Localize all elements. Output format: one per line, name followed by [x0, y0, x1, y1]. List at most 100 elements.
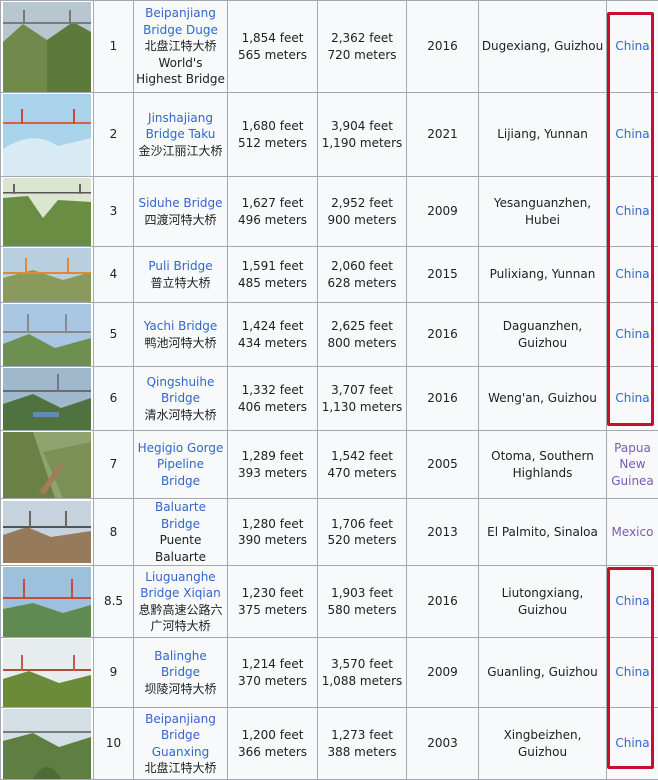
name-cell: Beipanjiang Bridge Duge北盘江特大桥World's Hig… [134, 1, 228, 93]
height-cell: 1,230 feet375 meters [228, 566, 318, 638]
bridge-photo[interactable] [3, 248, 91, 302]
country-link[interactable]: China [615, 391, 649, 405]
bridge-local-name: 鸭池河特大桥 [136, 335, 225, 352]
country-cell: China [607, 1, 658, 93]
span-cell: 2,060 feet628 meters [318, 247, 407, 303]
height-feet: 1,854 feet [230, 30, 315, 47]
height-feet: 1,680 feet [230, 118, 315, 135]
bridge-photo[interactable] [3, 94, 91, 176]
bridge-name-link[interactable]: Yachi Bridge [144, 319, 218, 333]
span-cell: 3,570 feet1,088 meters [318, 638, 407, 708]
location-cell: El Palmito, Sinaloa [479, 499, 607, 566]
country-link[interactable]: China [615, 39, 649, 53]
height-cell: 1,200 feet366 meters [228, 708, 318, 780]
height-meters: 366 meters [230, 744, 315, 761]
span-meters: 388 meters [320, 744, 404, 761]
country-link[interactable]: China [615, 127, 649, 141]
height-meters: 565 meters [230, 47, 315, 64]
rank-cell: 9 [94, 638, 134, 708]
bridge-local-name: 息黔高速公路六广河特大桥 [136, 602, 225, 635]
country-link[interactable]: Mexico [612, 525, 654, 539]
height-feet: 1,280 feet [230, 516, 315, 533]
name-cell: Balinghe Bridge坝陵河特大桥 [134, 638, 228, 708]
year-cell: 2013 [407, 499, 479, 566]
bridge-local-name: 清水河特大桥 [136, 407, 225, 424]
table-row: 5Yachi Bridge鸭池河特大桥1,424 feet434 meters2… [1, 303, 658, 367]
height-cell: 1,680 feet512 meters [228, 93, 318, 177]
name-cell: Liuguanghe Bridge Xiqian息黔高速公路六广河特大桥 [134, 566, 228, 638]
table-row: 3 Siduhe Bridge 四渡河特大桥 1,627 feet496 meters… [1, 177, 658, 247]
bridge-photo[interactable] [3, 432, 91, 498]
country-cell: China [607, 708, 658, 780]
rank-cell: 2 [94, 93, 134, 177]
country-link[interactable]: China [615, 736, 649, 750]
span-feet: 2,952 feet [320, 195, 404, 212]
bridge-photo[interactable] [3, 178, 91, 246]
height-cell: 1,214 feet370 meters [228, 638, 318, 708]
bridge-name-link[interactable]: Baluarte Bridge [155, 500, 206, 531]
country-link[interactable]: Papua New Guinea [611, 441, 654, 488]
country-link[interactable]: China [615, 594, 649, 608]
name-cell: Beipanjiang Bridge Guanxing北盘江特大桥 [134, 708, 228, 780]
bridge-photo-cell [1, 708, 94, 780]
height-cell: 1,289 feet393 meters [228, 431, 318, 499]
height-meters: 512 meters [230, 135, 315, 152]
table-row: 2Jinshajiang Bridge Taku金沙江丽江大桥1,680 fee… [1, 93, 658, 177]
bridge-local-name: 四渡河特大桥 [136, 212, 225, 229]
location-cell: Guanling, Guizhou [479, 638, 607, 708]
bridge-name-link[interactable]: Qingshuihe Bridge [147, 375, 215, 406]
name-cell: Yachi Bridge 鸭池河特大桥 [134, 303, 228, 367]
height-meters: 434 meters [230, 335, 315, 352]
bridge-photo[interactable] [3, 304, 91, 366]
bridge-name-link[interactable]: Puli Bridge [148, 259, 212, 273]
country-link[interactable]: China [615, 665, 649, 679]
name-cell: Qingshuihe Bridge清水河特大桥 [134, 367, 228, 431]
bridge-name-link[interactable]: Balinghe Bridge [154, 649, 206, 680]
bridge-local-name: 金沙江丽江大桥 [136, 143, 225, 160]
year-cell: 2005 [407, 431, 479, 499]
bridge-name-link[interactable]: Jinshajiang Bridge Taku [146, 111, 216, 142]
height-meters: 496 meters [230, 212, 315, 229]
year-cell: 2016 [407, 367, 479, 431]
rank-cell: 3 [94, 177, 134, 247]
height-cell: 1,332 feet406 meters [228, 367, 318, 431]
bridge-photo[interactable] [3, 709, 91, 779]
bridge-local-name: 北盘江特大桥 [136, 38, 225, 55]
height-meters: 406 meters [230, 399, 315, 416]
height-feet: 1,627 feet [230, 195, 315, 212]
name-cell: Hegigio Gorge Pipeline Bridge [134, 431, 228, 499]
bridge-photo[interactable] [3, 567, 91, 637]
country-link[interactable]: China [615, 267, 649, 281]
span-meters: 520 meters [320, 532, 404, 549]
bridge-name-link[interactable]: Beipanjiang Bridge Duge [143, 6, 218, 37]
table-row: 8.5Liuguanghe Bridge Xiqian息黔高速公路六广河特大桥1… [1, 566, 658, 638]
span-feet: 1,706 feet [320, 516, 404, 533]
span-meters: 1,130 meters [320, 399, 404, 416]
year-cell: 2016 [407, 1, 479, 93]
bridge-photo[interactable] [3, 639, 91, 707]
bridge-photo[interactable] [3, 368, 91, 430]
bridge-photo[interactable] [3, 2, 91, 92]
height-meters: 485 meters [230, 275, 315, 292]
rank-cell: 10 [94, 708, 134, 780]
bridge-name-link[interactable]: Hegigio Gorge Pipeline Bridge [138, 441, 224, 488]
bridge-photo-cell [1, 638, 94, 708]
rank-cell: 7 [94, 431, 134, 499]
country-link[interactable]: China [615, 327, 649, 341]
height-cell: 1,591 feet485 meters [228, 247, 318, 303]
height-meters: 390 meters [230, 532, 315, 549]
height-feet: 1,214 feet [230, 656, 315, 673]
bridge-photo-cell [1, 1, 94, 93]
bridge-name-link[interactable]: Beipanjiang Bridge Guanxing [145, 712, 216, 759]
bridge-photo[interactable] [3, 501, 91, 563]
country-link[interactable]: China [615, 204, 649, 218]
bridge-photo-cell [1, 499, 94, 566]
span-feet: 1,273 feet [320, 727, 404, 744]
year-cell: 2016 [407, 566, 479, 638]
bridge-photo-cell [1, 431, 94, 499]
rank-cell: 4 [94, 247, 134, 303]
year-cell: 2009 [407, 177, 479, 247]
bridge-name-link[interactable]: Siduhe Bridge [138, 196, 222, 210]
height-feet: 1,289 feet [230, 448, 315, 465]
bridge-name-link[interactable]: Liuguanghe Bridge Xiqian [140, 570, 220, 601]
